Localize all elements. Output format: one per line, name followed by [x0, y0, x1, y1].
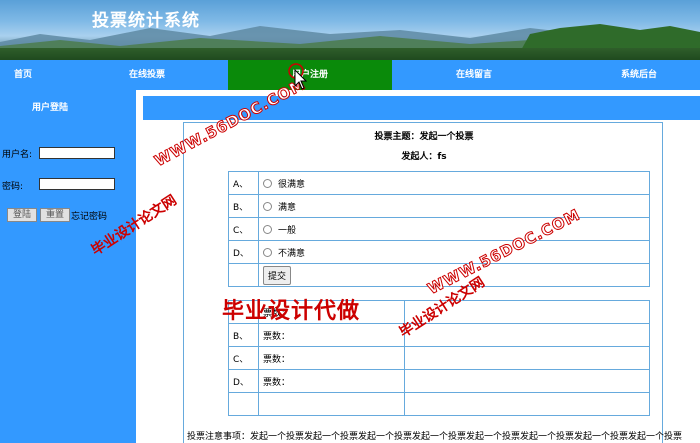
- result-bar-cell: [404, 323, 650, 347]
- result-letter: D、: [228, 369, 259, 393]
- result-letter: B、: [228, 323, 259, 347]
- option-row: D、 不满意: [228, 240, 650, 264]
- empty-cell: [228, 263, 259, 287]
- site-title: 投票统计系统: [92, 11, 200, 31]
- result-bar-cell: [404, 369, 650, 393]
- password-label: 密码:: [2, 182, 24, 192]
- nav-item-home[interactable]: 首页: [0, 60, 46, 90]
- password-field[interactable]: [39, 178, 115, 190]
- login-sidebar: 用户登陆 用户名: 密码: 登陆 重置 忘记密码: [0, 90, 136, 443]
- result-bar-cell: [404, 346, 650, 370]
- forgot-password-link[interactable]: 忘记密码: [71, 209, 107, 222]
- vote-subject: 投票主题：发起一个投票: [374, 132, 474, 142]
- vote-options-table: A、 很满意 B、 满意 C、 一般 D、 不满意 提交: [228, 171, 650, 287]
- radio-option-a[interactable]: [263, 178, 272, 188]
- radio-option-d[interactable]: [263, 247, 272, 257]
- option-cell: 很满意: [258, 171, 650, 195]
- page: 投票统计系统 首页 在线投票 用户注册 在线留言 系统后台 用户登陆 用户名: …: [0, 0, 700, 443]
- result-label: 票数：: [258, 346, 405, 370]
- result-label: 票数：: [258, 369, 405, 393]
- result-row: [228, 392, 650, 416]
- option-row: A、 很满意: [228, 171, 650, 195]
- option-row: B、 满意: [228, 194, 650, 218]
- option-text: 很满意: [278, 179, 306, 190]
- result-letter: C、: [228, 346, 259, 370]
- option-letter: C、: [228, 217, 259, 241]
- watermark-stamp: 毕业设计代做: [222, 298, 361, 324]
- vote-notice: 投票注意事项：发起一个投票发起一个投票发起一个投票发起一个投票发起一个投票发起一…: [187, 432, 683, 442]
- vote-panel: 投票主题：发起一个投票 发起人：fs A、 很满意 B、 满意 C、 一般 D、…: [183, 122, 663, 443]
- option-letter: A、: [228, 171, 259, 195]
- option-cell: 一般: [258, 217, 650, 241]
- submit-button[interactable]: 提交: [263, 265, 292, 285]
- option-text: 一般: [278, 225, 297, 236]
- login-title: 用户登陆: [31, 103, 68, 113]
- nav-item-register[interactable]: 用户注册: [228, 60, 392, 90]
- username-label: 用户名:: [2, 150, 33, 160]
- option-row: C、 一般: [228, 217, 650, 241]
- username-field[interactable]: [39, 147, 115, 159]
- mouse-cursor-icon: [288, 63, 307, 90]
- tree-line: [0, 48, 700, 60]
- option-text: 满意: [278, 202, 297, 213]
- option-letter: B、: [228, 194, 259, 218]
- empty-cell: [258, 392, 405, 416]
- result-row: C、 票数：: [228, 346, 650, 370]
- option-text: 不满意: [278, 248, 306, 259]
- option-cell: 满意: [258, 194, 650, 218]
- header-banner: 投票统计系统: [0, 0, 700, 60]
- nav-item-message[interactable]: 在线留言: [440, 60, 508, 90]
- result-row: B、 票数：: [228, 323, 650, 347]
- login-button[interactable]: 登陆: [7, 208, 37, 222]
- nav-item-online-vote[interactable]: 在线投票: [110, 60, 184, 90]
- empty-cell: [228, 392, 259, 416]
- result-row: D、 票数：: [228, 369, 650, 393]
- option-letter: D、: [228, 240, 259, 264]
- radio-option-c[interactable]: [263, 224, 272, 234]
- result-label: 票数：: [258, 323, 405, 347]
- option-cell: 不满意: [258, 240, 650, 264]
- empty-cell: [404, 392, 650, 416]
- nav-item-admin[interactable]: 系统后台: [606, 60, 672, 90]
- radio-option-b[interactable]: [263, 201, 272, 211]
- main-nav: 首页 在线投票 用户注册 在线留言 系统后台: [0, 60, 700, 90]
- vote-initiator: 发起人：fs: [401, 152, 447, 162]
- reset-button[interactable]: 重置: [40, 208, 70, 222]
